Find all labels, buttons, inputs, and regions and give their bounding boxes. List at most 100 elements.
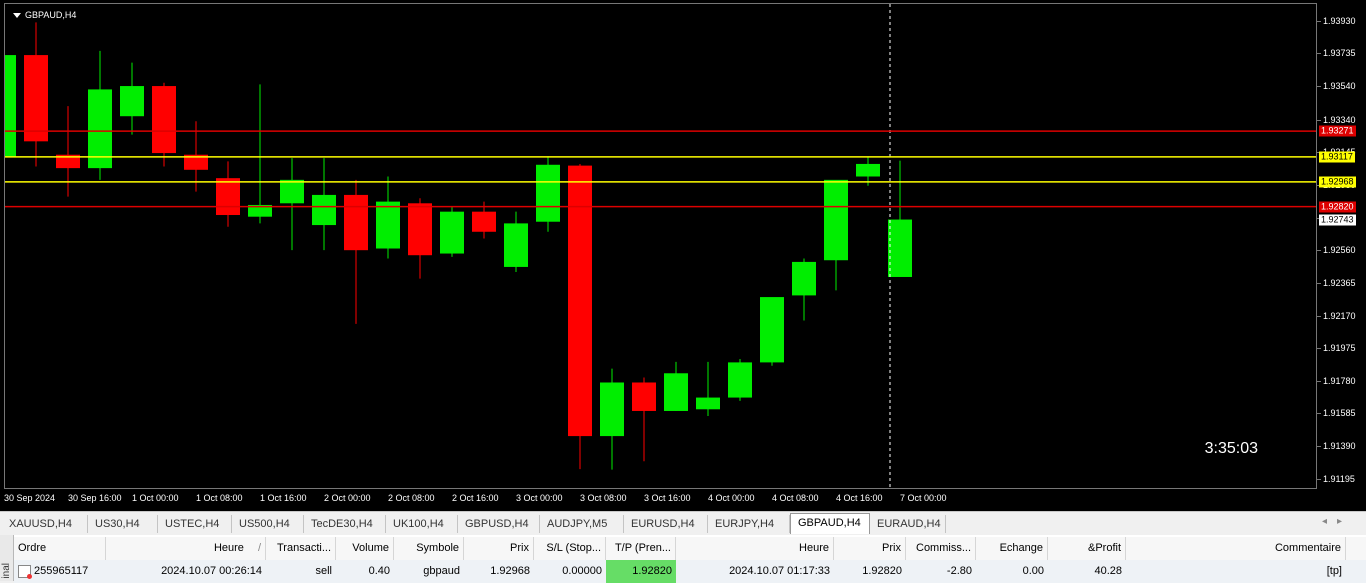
candle-body-bull bbox=[888, 219, 912, 277]
column-header-label: T/P (Pren... bbox=[614, 542, 671, 554]
tab-gbpusd-h4[interactable]: GBPUSD,H4 bbox=[458, 515, 540, 533]
price-tick-label: 1.91390 bbox=[1317, 441, 1356, 452]
time-tick-label: 2 Oct 16:00 bbox=[452, 493, 499, 503]
candle-body-bear bbox=[216, 178, 240, 216]
time-tick-label: 30 Sep 16:00 bbox=[68, 493, 122, 503]
price-scale[interactable]: 1.939301.937351.935401.933401.931451.929… bbox=[1317, 3, 1366, 489]
column-header[interactable]: S/L (Stop... bbox=[534, 537, 606, 560]
chart-window[interactable]: GBPAUD,H4 3:35:03 1.93930 1.93735 1.93540 1… bbox=[0, 0, 1366, 511]
price-level-label: 1.93117 bbox=[1319, 151, 1355, 163]
tab-eurusd-h4[interactable]: EURUSD,H4 bbox=[624, 515, 708, 533]
tab-us500-h4[interactable]: US500,H4 bbox=[232, 515, 304, 533]
column-header[interactable]: Heure bbox=[676, 537, 834, 560]
candle-countdown: 3:35:03 bbox=[1204, 440, 1258, 457]
tab-euraud-h4[interactable]: EURAUD,H4 bbox=[870, 515, 946, 533]
price-tick-label: 1.91195 bbox=[1317, 473, 1355, 484]
candle-body-bull bbox=[504, 223, 528, 267]
candle-body-bull bbox=[440, 211, 464, 254]
sl-cell: 0.00000 bbox=[562, 565, 602, 577]
sort-indicator-icon: / bbox=[257, 542, 261, 554]
column-header[interactable]: Echange bbox=[976, 537, 1048, 560]
time-tick-label: 4 Oct 08:00 bbox=[772, 493, 819, 503]
price-tick-label: 1.93540 bbox=[1317, 81, 1356, 92]
time-tick-label: 30 Sep 2024 bbox=[4, 493, 56, 503]
column-header-label: Volume bbox=[352, 542, 389, 554]
time-tick-label: 2 Oct 00:00 bbox=[324, 493, 371, 503]
candle-body-bull bbox=[792, 261, 816, 296]
candle-body-bull bbox=[760, 297, 784, 363]
open-time-cell: 2024.10.07 00:26:14 bbox=[161, 565, 262, 577]
chart-plot-area[interactable]: GBPAUD,H4 3:35:03 bbox=[4, 3, 1317, 489]
close-time-cell: 2024.10.07 01:17:33 bbox=[729, 565, 830, 577]
price-tick-label: 1.91585 bbox=[1317, 408, 1356, 419]
column-header-label: Heure bbox=[213, 542, 244, 554]
candle-body-bear bbox=[632, 382, 656, 411]
commission-cell: -2.80 bbox=[946, 565, 972, 577]
volume-cell: 0.40 bbox=[368, 565, 390, 577]
column-header[interactable]: T/P (Pren... bbox=[606, 537, 676, 560]
type-cell: sell bbox=[315, 565, 332, 577]
tab-xauusd-h4[interactable]: XAUUSD,H4 bbox=[2, 515, 88, 533]
column-header[interactable]: Prix bbox=[464, 537, 534, 560]
column-header-label: &Profit bbox=[1087, 542, 1121, 554]
time-tick-label: 1 Oct 00:00 bbox=[132, 493, 179, 503]
column-header[interactable]: Heure / bbox=[106, 537, 266, 560]
candle-body-bear bbox=[472, 211, 496, 232]
time-tick-label: 1 Oct 16:00 bbox=[260, 493, 307, 503]
order-icon bbox=[18, 564, 32, 579]
price-level-label: 1.92968 bbox=[1319, 176, 1356, 188]
time-tick-label: 3 Oct 16:00 bbox=[644, 493, 691, 503]
dropdown-triangle-icon[interactable] bbox=[13, 12, 21, 18]
tp-cell: 1.92820 bbox=[606, 560, 676, 583]
terminal-panel: inal Ordre Heure / Transacti... Volume Symbol… bbox=[0, 535, 1366, 583]
time-tick-label: 4 Oct 00:00 bbox=[708, 493, 755, 503]
price-tick-label: 1.93930 bbox=[1317, 15, 1356, 26]
chart-symbol-label[interactable]: GBPAUD,H4 bbox=[13, 10, 76, 20]
tab-uk100-h4[interactable]: UK100,H4 bbox=[386, 515, 458, 533]
tab-audjpy-m5[interactable]: AUDJPY,M5 bbox=[540, 515, 624, 533]
column-header-label: Commentaire bbox=[1274, 542, 1341, 554]
column-header-label: Commiss... bbox=[916, 542, 971, 554]
candle-body-bull bbox=[312, 194, 336, 226]
candle-body-bull bbox=[5, 55, 16, 157]
profit-cell: 40.28 bbox=[1094, 565, 1122, 577]
terminal-side-tab[interactable]: inal bbox=[0, 535, 14, 581]
close-price-cell: 1.92820 bbox=[862, 565, 902, 577]
tab-scroll-left-icon[interactable]: ◂ bbox=[1322, 516, 1337, 527]
tab-scroll-right-icon[interactable]: ▸ bbox=[1337, 516, 1352, 527]
column-header[interactable]: Commiss... bbox=[906, 537, 976, 560]
tab-gbpaud-h4[interactable]: GBPAUD,H4 bbox=[790, 513, 870, 534]
column-header-label: Symbole bbox=[416, 542, 459, 554]
price-tick-label: 1.93735 bbox=[1317, 48, 1356, 59]
candle-body-bull bbox=[824, 179, 848, 261]
chart-symbol-text: GBPAUD,H4 bbox=[25, 10, 77, 20]
price-level-label: 1.92743 bbox=[1319, 214, 1356, 226]
order-value: 255965117 bbox=[34, 565, 89, 577]
column-header[interactable]: Commentaire bbox=[1126, 537, 1346, 560]
column-header[interactable]: Prix bbox=[834, 537, 906, 560]
candle-body-bull bbox=[120, 86, 144, 117]
column-header[interactable]: &Profit bbox=[1048, 537, 1126, 560]
time-scale[interactable]: 30 Sep 2024 30 Sep 16:00 1 Oct 00:00 1 Oct … bbox=[0, 489, 1317, 509]
tab-ustec-h4[interactable]: USTEC,H4 bbox=[158, 515, 232, 533]
candle-body-bear bbox=[24, 55, 48, 142]
time-tick-label: 3 Oct 00:00 bbox=[516, 493, 563, 503]
time-tick-label: 7 Oct 00:00 bbox=[900, 493, 947, 503]
table-row[interactable]: 255965117 2024.10.07 00:26:14 sell 0.40 … bbox=[14, 560, 1366, 583]
tab-tecde30-h4[interactable]: TecDE30,H4 bbox=[304, 515, 386, 533]
column-header[interactable]: Volume bbox=[336, 537, 394, 560]
tab-scroll-arrows[interactable]: ◂▸ bbox=[1322, 516, 1352, 527]
tab-us30-h4[interactable]: US30,H4 bbox=[88, 515, 158, 533]
candle-body-bull bbox=[664, 373, 688, 411]
column-header[interactable]: Transacti... bbox=[266, 537, 336, 560]
column-header-label: Transacti... bbox=[277, 542, 331, 554]
tab-eurjpy-h4[interactable]: EURJPY,H4 bbox=[708, 515, 790, 533]
column-header[interactable]: Ordre bbox=[14, 537, 106, 560]
price-tick-label: 1.91975 bbox=[1317, 343, 1356, 354]
column-header-label: S/L (Stop... bbox=[546, 542, 601, 554]
candle-body-bear bbox=[408, 203, 432, 256]
swap-cell: 0.00 bbox=[1022, 565, 1044, 577]
column-header[interactable]: Symbole bbox=[394, 537, 464, 560]
candle-body-bull bbox=[696, 397, 720, 410]
price-level-label: 1.93271 bbox=[1319, 125, 1356, 137]
